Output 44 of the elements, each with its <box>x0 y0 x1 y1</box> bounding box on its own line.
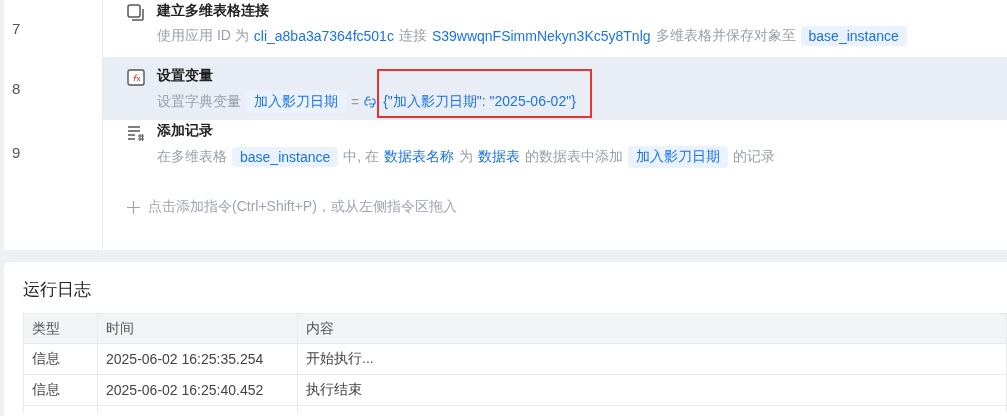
add-command-hint: 点击添加指令(Ctrl+Shift+P)，或从左侧指令区拖入 <box>148 198 457 216</box>
column-header: 内容 <box>297 313 1007 344</box>
variable-tag[interactable]: 加入影刀日期 <box>246 91 346 113</box>
plus-icon[interactable] <box>127 200 140 214</box>
list-icon <box>127 124 145 142</box>
copy-icon <box>127 4 145 22</box>
description-text: 的数据表中添加 <box>525 148 624 166</box>
table-cell: 开始执行... <box>297 343 1007 375</box>
line-number: 7 <box>12 20 21 37</box>
variable-tag[interactable]: 加入影刀日期 <box>628 146 729 168</box>
line-number: 9 <box>12 143 21 161</box>
step-row[interactable]: 添加记录 在多维表格 base_instance 中, 在 数据表名称 为 数据表 的数据表中添加 加入影刀日期 的记录 <box>103 120 1007 184</box>
log-title: 运行日志 <box>23 279 91 301</box>
table-cell: 2025-06-02 16:25:35.254 <box>97 343 298 375</box>
table-cell: 执行结束 <box>297 374 1007 406</box>
table-cell: 信息 <box>23 374 98 406</box>
table-cell: 信息 <box>23 343 98 375</box>
variable-tag[interactable]: base_instance <box>232 147 339 167</box>
description-text: 连接 <box>398 27 427 45</box>
table-cell: 2025-06-02 16:25:40.452 <box>97 374 298 406</box>
variable-tag[interactable]: base_instance <box>800 26 907 46</box>
parameter-link[interactable]: 数据表名称 <box>384 148 455 166</box>
function-icon <box>127 69 145 87</box>
step-row[interactable]: 建立多维表格连接 使用应用 ID 为 cli_a8ba3a7364fc501c 连接 S39wwqnFSimmNekyn3Kc5y8Tnlg 多维表格并保存对象至 base_instance <box>103 0 1007 57</box>
description-text: 设置字典变量 <box>157 93 241 111</box>
line-number: 8 <box>12 80 21 97</box>
expression-link[interactable]: {"加入影刀日期": "2025-06-02"} <box>383 93 576 109</box>
description-text: 为 <box>459 148 474 166</box>
step-title: 添加记录 <box>157 122 213 140</box>
description-text: 在多维表格 <box>157 148 227 166</box>
column-header: 类型 <box>23 313 98 344</box>
step-title: 建立多维表格连接 <box>157 2 269 20</box>
description-text: 中, 在 <box>343 148 380 166</box>
description-text: 使用应用 ID 为 <box>157 27 249 45</box>
step-row[interactable]: 设置变量 设置字典变量 加入影刀日期 = {"加入影刀日期": "2025-06-02"} <box>103 57 1007 120</box>
column-header: 时间 <box>97 313 298 344</box>
description-text: 的记录 <box>733 148 776 166</box>
python-icon <box>364 96 377 108</box>
parameter-link[interactable]: S39wwqnFSimmNekyn3Kc5y8Tnlg <box>431 28 651 44</box>
parameter-link[interactable]: cli_a8ba3a7364fc501c <box>253 28 394 44</box>
description-text: = <box>351 94 360 110</box>
description-text: 多维表格并保存对象至 <box>655 27 796 45</box>
step-title: 设置变量 <box>157 67 213 85</box>
parameter-link[interactable]: 数据表 <box>478 148 521 166</box>
